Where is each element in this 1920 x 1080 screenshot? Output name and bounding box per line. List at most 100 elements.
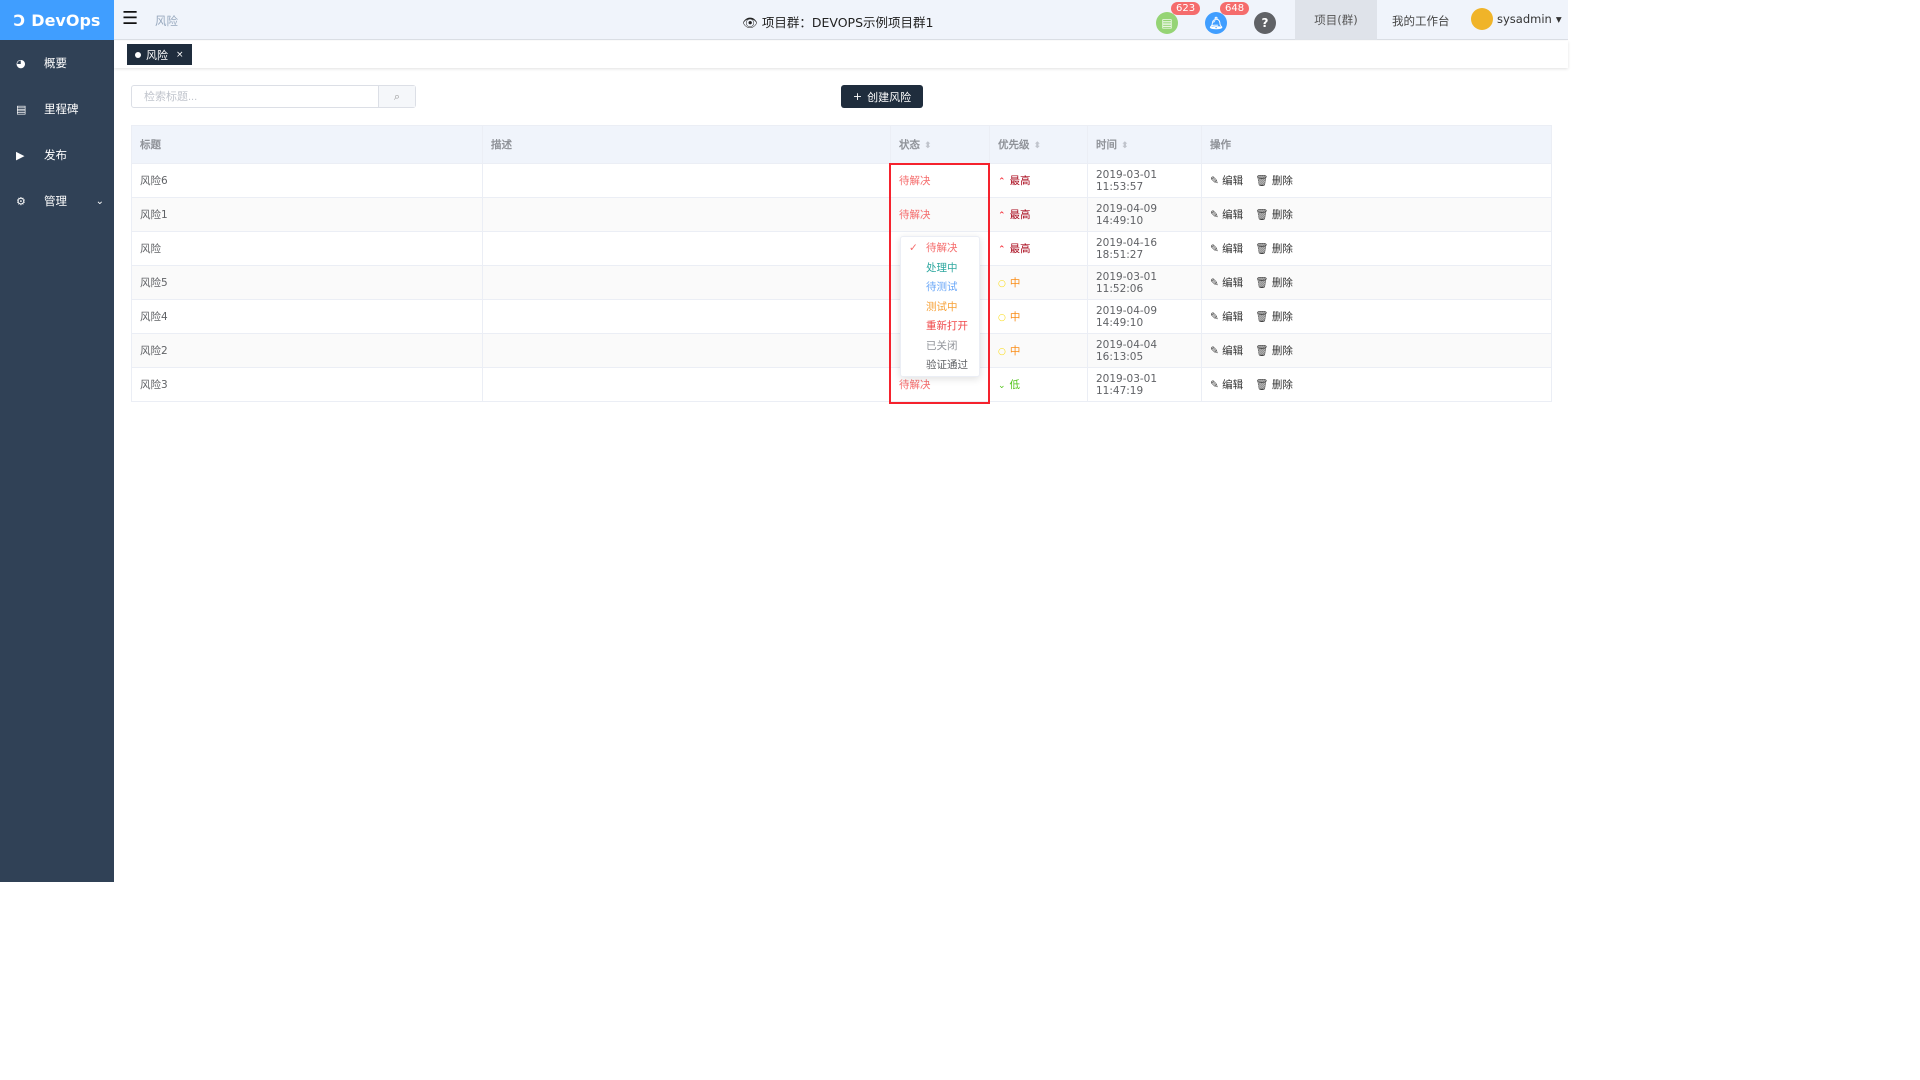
cell-title[interactable]: 风险4 xyxy=(131,299,483,334)
status-option[interactable]: 待测试 xyxy=(901,278,979,298)
cell-desc xyxy=(482,367,891,402)
sort-icon[interactable]: ⬍ xyxy=(924,141,932,151)
delete-button[interactable]: 🗑︎ 删除 xyxy=(1255,311,1293,323)
priority-icon: ○ xyxy=(998,279,1006,289)
edit-button[interactable]: ✎ 编辑 xyxy=(1210,345,1243,357)
status-option-label: 测试中 xyxy=(926,300,958,313)
delete-button[interactable]: 🗑︎ 删除 xyxy=(1255,277,1293,289)
table-row: 风险6 待解决 ⌃ 最高 2019-03-01 11:53:57 ✎ 编辑 🗑︎ 删… xyxy=(131,163,1552,198)
cell-priority: ⌃ 最高 xyxy=(989,163,1088,198)
table-row: 风险5 ○ 中 2019-03-01 11:52:06 ✎ 编辑 🗑︎ 删除 xyxy=(131,265,1552,300)
table-row: 风险1 待解决 ⌃ 最高 2019-04-09 14:49:10 ✎ 编辑 🗑︎ 删… xyxy=(131,197,1552,232)
status-label[interactable]: 待解决 xyxy=(899,209,931,221)
sidebar-item-manage[interactable]: ⚙ 管理 ⌄ xyxy=(0,178,114,224)
priority-icon: ⌄ xyxy=(998,381,1006,391)
sidebar: Ɔ DevOps ◕ 概要 ▤ 里程碑 ▶ 发布 ⚙ 管理 ⌄ xyxy=(0,0,114,882)
cell-desc xyxy=(482,265,891,300)
cell-actions: ✎ 编辑 🗑︎ 删除 xyxy=(1201,197,1552,232)
status-option[interactable]: 重新打开 xyxy=(901,317,979,337)
cell-title[interactable]: 风险2 xyxy=(131,333,483,368)
delete-button[interactable]: 🗑︎ 删除 xyxy=(1255,243,1293,255)
help-icon[interactable]: ? xyxy=(1254,12,1276,34)
sort-icon[interactable]: ⬍ xyxy=(1121,141,1129,151)
column-priority[interactable]: 优先级 ⬍ xyxy=(989,125,1088,164)
menu-toggle-icon[interactable]: ☰ xyxy=(122,10,138,28)
tab-risk[interactable]: 风险 × xyxy=(127,44,192,65)
sort-icon[interactable]: ⬍ xyxy=(1034,141,1042,151)
sidebar-item-overview[interactable]: ◕ 概要 xyxy=(0,40,114,86)
column-title: 标题 xyxy=(131,125,483,164)
delete-button[interactable]: 🗑︎ 删除 xyxy=(1255,345,1293,357)
cell-priority: ○ 中 xyxy=(989,299,1088,334)
cell-title[interactable]: 风险3 xyxy=(131,367,483,402)
chevron-down-icon: ⌄ xyxy=(95,195,104,207)
column-time[interactable]: 时间 ⬍ xyxy=(1087,125,1202,164)
edit-icon: ✎ xyxy=(1210,277,1219,289)
sidebar-item-milestone[interactable]: ▤ 里程碑 xyxy=(0,86,114,132)
table-row: 风险 ⌃ 最高 2019-04-16 18:51:27 ✎ 编辑 🗑︎ 删除 xyxy=(131,231,1552,266)
cell-priority: ⌄ 低 xyxy=(989,367,1088,402)
cell-time: 2019-03-01 11:52:06 xyxy=(1087,265,1202,300)
edit-button[interactable]: ✎ 编辑 xyxy=(1210,379,1243,391)
close-icon[interactable]: × xyxy=(176,50,184,60)
document-badge: 623 xyxy=(1171,2,1201,15)
trash-icon: 🗑︎ xyxy=(1255,209,1269,221)
cell-priority: ⌃ 最高 xyxy=(989,197,1088,232)
status-option[interactable]: 已关闭 xyxy=(901,337,979,357)
status-label[interactable]: 待解决 xyxy=(899,175,931,187)
status-option[interactable]: ✓ 待解决 xyxy=(901,239,979,259)
status-option[interactable]: 测试中 xyxy=(901,298,979,318)
edit-button[interactable]: ✎ 编辑 xyxy=(1210,243,1243,255)
create-risk-button[interactable]: + 创建风险 xyxy=(841,85,923,108)
trash-icon: 🗑︎ xyxy=(1255,277,1269,289)
status-option-label: 验证通过 xyxy=(926,359,968,371)
bell-icon[interactable]: 🔔︎ xyxy=(1205,12,1227,34)
cell-title[interactable]: 风险 xyxy=(131,231,483,266)
cell-actions: ✎ 编辑 🗑︎ 删除 xyxy=(1201,367,1552,402)
status-label[interactable]: 待解决 xyxy=(899,379,931,391)
search-button[interactable]: ⌕ xyxy=(378,86,415,107)
workbench-link[interactable]: 我的工作台 xyxy=(1392,13,1450,29)
cell-status[interactable]: 待解决 xyxy=(890,197,990,232)
cell-time: 2019-03-01 11:47:19 xyxy=(1087,367,1202,402)
avatar xyxy=(1471,8,1493,30)
priority-label: 最高 xyxy=(1009,243,1031,255)
priority-label: 中 xyxy=(1009,311,1021,323)
tabs-bar: 风险 × xyxy=(114,41,1568,68)
edit-button[interactable]: ✎ 编辑 xyxy=(1210,209,1243,221)
priority-icon: ○ xyxy=(998,313,1006,323)
delete-button[interactable]: 🗑︎ 删除 xyxy=(1255,209,1293,221)
cell-title[interactable]: 风险1 xyxy=(131,197,483,232)
status-option[interactable]: 验证通过 xyxy=(901,356,979,376)
trash-icon: 🗑︎ xyxy=(1255,345,1269,357)
edit-button[interactable]: ✎ 编辑 xyxy=(1210,175,1243,187)
cell-status[interactable]: 待解决 xyxy=(890,163,990,198)
delete-button[interactable]: 🗑︎ 删除 xyxy=(1255,379,1293,391)
user-menu[interactable]: sysadmin ▾ xyxy=(1471,8,1562,30)
document-icon[interactable]: ▤ xyxy=(1156,12,1178,34)
bell-badge: 648 xyxy=(1220,2,1250,15)
cell-title[interactable]: 风险5 xyxy=(131,265,483,300)
project-group-tab[interactable]: 项目(群) xyxy=(1295,0,1377,40)
delete-button[interactable]: 🗑︎ 删除 xyxy=(1255,175,1293,187)
cell-desc xyxy=(482,333,891,368)
edit-button[interactable]: ✎ 编辑 xyxy=(1210,277,1243,289)
check-icon: ✓ xyxy=(909,242,918,254)
release-icon: ▶ xyxy=(16,148,25,162)
cell-actions: ✎ 编辑 🗑︎ 删除 xyxy=(1201,163,1552,198)
cell-title[interactable]: 风险6 xyxy=(131,163,483,198)
gear-icon: ⚙ xyxy=(16,194,26,208)
page-title[interactable]: 👁 项目群：DEVOPS示例项目群1 xyxy=(742,12,933,31)
column-status[interactable]: 状态 ⬍ xyxy=(890,125,990,164)
sidebar-item-release[interactable]: ▶ 发布 xyxy=(0,132,114,178)
search-input[interactable] xyxy=(132,86,378,107)
status-option[interactable]: 处理中 xyxy=(901,259,979,279)
edit-icon: ✎ xyxy=(1210,209,1219,221)
header: ☰ 风险 👁 项目群：DEVOPS示例项目群1 ▤ 623 🔔︎ 648 ? 项… xyxy=(114,0,1568,40)
edit-button[interactable]: ✎ 编辑 xyxy=(1210,311,1243,323)
logo[interactable]: Ɔ DevOps xyxy=(0,0,114,40)
priority-icon: ⌃ xyxy=(998,211,1006,221)
caret-down-icon: ▾ xyxy=(1555,12,1562,26)
plus-icon: + xyxy=(852,90,863,103)
trash-icon: 🗑︎ xyxy=(1255,243,1269,255)
